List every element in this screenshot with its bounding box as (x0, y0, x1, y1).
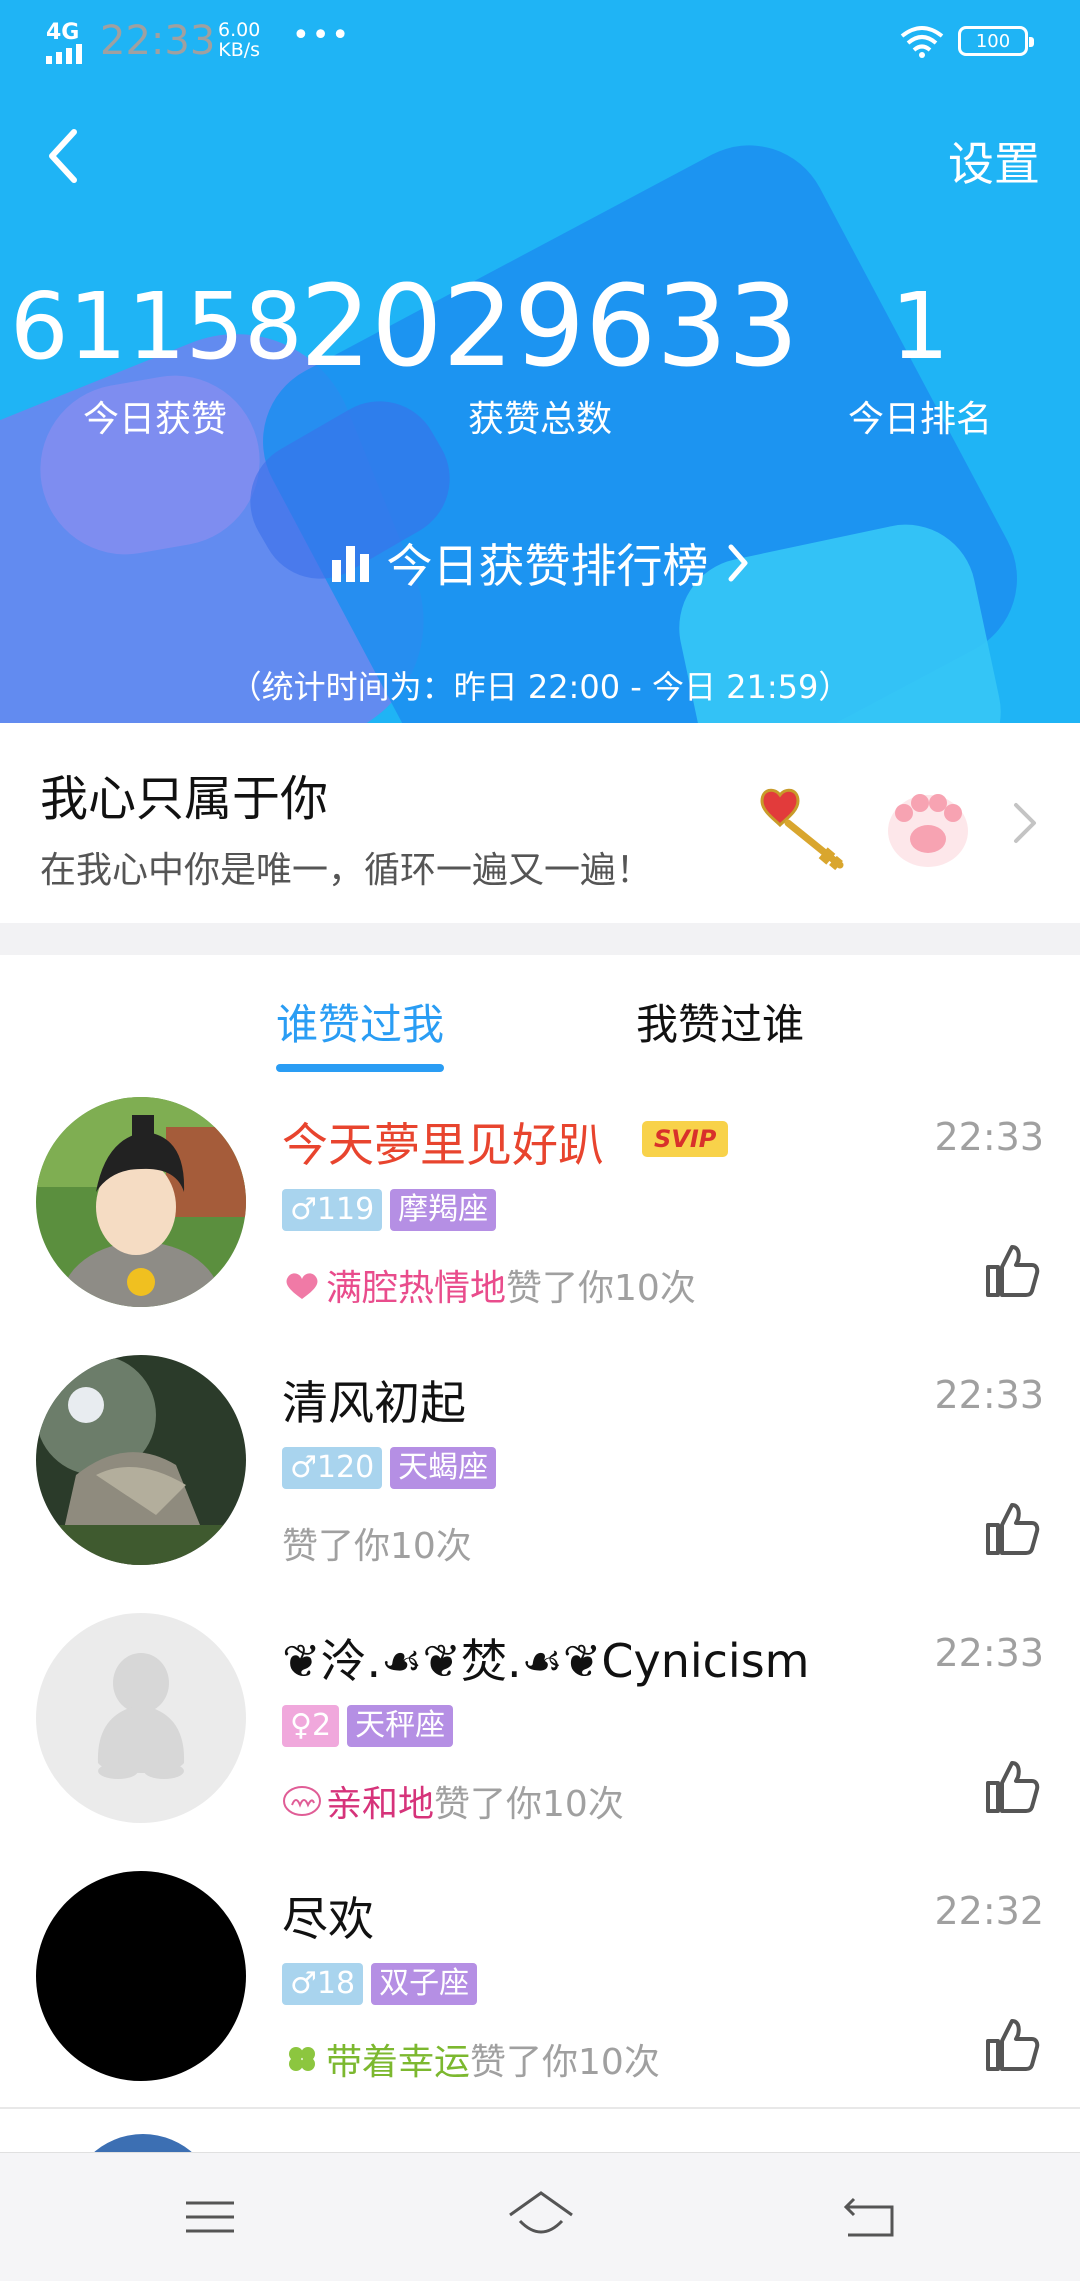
gender-age-tag: ♂18 (282, 1963, 364, 2005)
like-time: 22:32 (934, 1889, 1044, 1933)
avatar[interactable] (36, 1097, 246, 1307)
thumbs-up-icon[interactable] (984, 1759, 1040, 1815)
total-likes-stat: 2029633 获赞总数 (300, 262, 799, 442)
back-button[interactable] (44, 126, 84, 186)
wifi-icon (900, 26, 944, 58)
home-icon[interactable] (506, 2187, 576, 2247)
avatar[interactable] (36, 1355, 246, 1565)
like-adjective: 带着幸运 (326, 2042, 471, 2083)
leaderboard-label: 今日获赞排行榜 (386, 539, 709, 593)
liker-name[interactable]: ❦泠.☙❦焚.☙❦Cynicism (282, 1625, 809, 1691)
list-item[interactable]: 清风初起 22:33 ♂120 天蝎座 赞了你10次 (0, 1333, 1080, 1593)
today-rank-label: 今日排名 (847, 399, 992, 440)
gender-symbol: ♂ (290, 1450, 317, 1485)
like-time: 22:33 (934, 1373, 1044, 1417)
like-description: 带着幸运 赞了你10次 (282, 2033, 660, 2085)
passion-badge-icon (286, 1273, 318, 1299)
like-description: 满腔热情地 赞了你10次 (282, 1259, 696, 1311)
list-item[interactable]: ❦泠.☙❦焚.☙❦Cynicism 22:33 ♀2 天秤座 亲和地 赞了你10… (0, 1591, 1080, 1851)
gender-symbol: ♂ (290, 1192, 317, 1227)
more-notifications-icon: ••• (292, 18, 352, 53)
like-adjective: 亲和地 (326, 1784, 435, 1825)
list-item[interactable]: 今天夢里见好趴 SVIP 22:33 ♂119 摩羯座 满腔热情地 赞了你10次 (0, 1075, 1080, 1335)
liker-name[interactable]: 清风初起 (282, 1367, 466, 1433)
total-likes-value: 2029633 (300, 262, 799, 392)
profile-tags: ♂119 摩羯座 (282, 1189, 497, 1231)
list-item[interactable]: 尽欢 22:32 ♂18 双子座 带着幸运 赞了你10次 (0, 1849, 1080, 2109)
zodiac-tag: 双子座 (371, 1963, 478, 2005)
thumbs-up-icon[interactable] (984, 1243, 1040, 1299)
active-tab-indicator (276, 1064, 444, 1072)
liker-name[interactable]: 尽欢 (282, 1883, 374, 1949)
today-rank-stat: 1 今日排名 (810, 272, 1030, 442)
battery-icon: 100 (958, 26, 1034, 56)
stats-period-note: （统计时间为：昨日 22:00 - 今日 21:59） (229, 668, 851, 706)
signature-card[interactable]: 我心只属于你 在我心中你是唯一，循环一遍又一遍！ (0, 723, 1080, 923)
status-bar: 4G 22:33 6.00 KB/s ••• 100 (0, 0, 1080, 82)
like-adjective: 满腔热情地 (326, 1268, 507, 1309)
today-likes-label: 今日获赞 (82, 399, 227, 440)
likes-tabs: 谁赞过我 我赞过谁 (0, 955, 1080, 1077)
battery-level: 100 (975, 30, 1011, 52)
key-heart-icon (760, 788, 844, 871)
bar-chart-icon (331, 544, 369, 582)
today-rank-value: 1 (890, 273, 950, 380)
zodiac-tag: 摩羯座 (390, 1189, 497, 1231)
luck-badge-icon (289, 2047, 315, 2071)
age: 120 (316, 1450, 375, 1485)
chevron-right-icon (1014, 803, 1036, 843)
section-divider (0, 923, 1080, 955)
signature-subtitle: 在我心中你是唯一，循环一遍又一遍！ (40, 850, 653, 891)
age: 119 (316, 1192, 375, 1227)
signal-icon (46, 44, 82, 64)
zodiac-tag: 天蝎座 (390, 1447, 497, 1489)
age: 2 (311, 1708, 332, 1743)
gender-age-tag: ♂119 (282, 1189, 383, 1231)
profile-tags: ♂120 天蝎座 (282, 1447, 497, 1489)
network-speed: 6.00 KB/s (218, 20, 260, 60)
chevron-right-icon (728, 544, 747, 582)
profile-tags: ♀2 天秤座 (282, 1705, 454, 1747)
nice-badge-icon (283, 1786, 321, 1816)
svip-badge: SVIP (642, 1121, 729, 1157)
avatar[interactable] (36, 1613, 246, 1823)
tab-who-liked-me[interactable]: 谁赞过我 (276, 991, 444, 1052)
total-likes-label: 获赞总数 (467, 399, 612, 440)
signature-title: 我心只属于你 (40, 771, 329, 827)
menu-icon[interactable] (180, 2187, 240, 2247)
back-nav-icon[interactable] (840, 2187, 900, 2247)
liker-name[interactable]: 今天夢里见好趴 (282, 1109, 604, 1175)
leaderboard-link[interactable]: 今日获赞排行榜 (0, 530, 1080, 596)
age: 18 (316, 1966, 356, 2001)
gender-age-tag: ♂120 (282, 1447, 383, 1489)
like-description: 亲和地 赞了你10次 (282, 1775, 624, 1827)
paw-icon (888, 794, 968, 867)
system-nav-bar (0, 2152, 1080, 2281)
like-action: 赞了你10次 (434, 1784, 624, 1825)
default-avatar-icon (97, 1653, 185, 1779)
tab-who-i-liked[interactable]: 我赞过谁 (636, 991, 804, 1052)
profile-tags: ♂18 双子座 (282, 1963, 478, 2005)
speed-value: 6.00 (218, 19, 261, 41)
like-time: 22:33 (934, 1115, 1044, 1159)
thumbs-up-icon[interactable] (984, 2017, 1040, 2073)
like-action: 赞了你10次 (282, 1526, 472, 1567)
today-likes-value: 61158 (10, 273, 303, 380)
zodiac-tag: 天秤座 (347, 1705, 454, 1747)
thumbs-up-icon[interactable] (984, 1501, 1040, 1557)
settings-button[interactable]: 设置 (948, 128, 1040, 194)
network-type: 4G (46, 20, 80, 45)
like-action: 赞了你10次 (470, 2042, 660, 2083)
speed-unit: KB/s (218, 39, 261, 61)
like-time: 22:33 (934, 1631, 1044, 1675)
gender-symbol: ♀ (290, 1708, 312, 1743)
today-likes-stat: 61158 今日获赞 (10, 272, 303, 442)
like-action: 赞了你10次 (506, 1268, 696, 1309)
like-description: 赞了你10次 (282, 1517, 472, 1569)
gender-symbol: ♂ (290, 1966, 317, 2001)
avatar[interactable] (36, 1871, 246, 2081)
gender-age-tag: ♀2 (282, 1705, 340, 1747)
